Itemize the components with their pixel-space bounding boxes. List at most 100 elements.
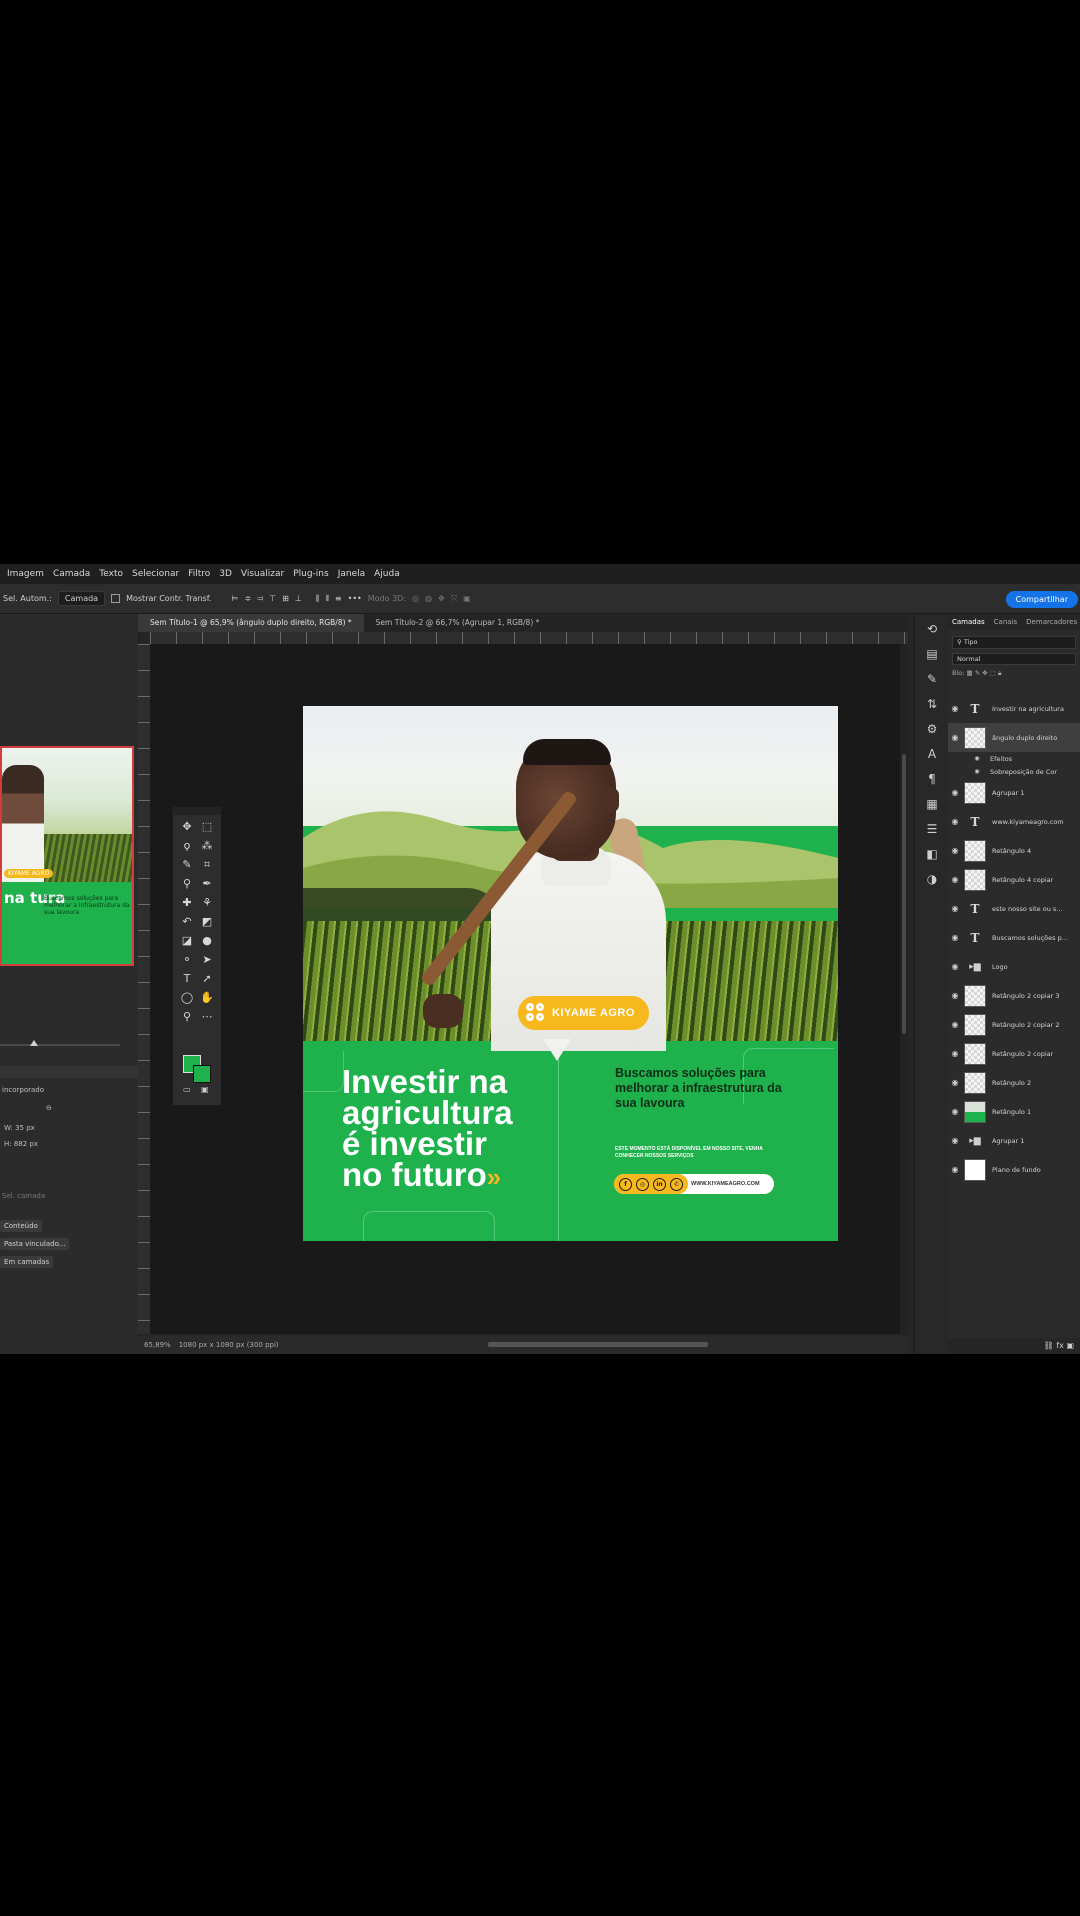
- layer-row[interactable]: ◉ Plano de fundo: [948, 1155, 1080, 1184]
- align-bottom-icon[interactable]: ⊥: [295, 594, 302, 603]
- character-icon[interactable]: A: [915, 747, 949, 761]
- align-middle-icon[interactable]: ⊞: [282, 594, 289, 603]
- layer-row[interactable]: ◉ Retângulo 2 copiar: [948, 1039, 1080, 1068]
- eraser-tool-icon[interactable]: ◩: [197, 916, 217, 928]
- eye-visibility-icon[interactable]: ◉: [948, 991, 962, 1000]
- distribute-icon[interactable]: ⫼: [316, 594, 320, 604]
- zoom-tool-icon[interactable]: ⚲: [177, 1011, 197, 1023]
- show-transform-checkbox[interactable]: [111, 594, 121, 603]
- content-button[interactable]: Conteúdo: [0, 1220, 42, 1232]
- eye-visibility-icon[interactable]: ◉: [948, 1107, 962, 1116]
- horizontal-scrollbar[interactable]: [488, 1342, 708, 1347]
- eye-visibility-icon[interactable]: ◉: [948, 1165, 962, 1174]
- healing-tool-icon[interactable]: ✚: [177, 897, 197, 909]
- layer-effect-row[interactable]: ◉ Sobreposição de Cor: [948, 765, 1080, 778]
- swap-icon[interactable]: ⇅: [915, 697, 949, 711]
- layer-select-dropdown[interactable]: Camada: [57, 591, 106, 606]
- move-tool-icon[interactable]: ✥: [177, 821, 197, 833]
- dodge-tool-icon[interactable]: ⚬: [177, 954, 197, 966]
- more-options-icon[interactable]: •••: [348, 594, 362, 603]
- roll-3d-icon[interactable]: ◍: [425, 594, 432, 603]
- eye-visibility-icon[interactable]: ◉: [948, 933, 962, 942]
- slider-thumb[interactable]: [30, 1040, 38, 1046]
- align-center-icon[interactable]: ≑: [244, 594, 251, 603]
- eye-visibility-icon[interactable]: ◉: [970, 768, 984, 775]
- menu-visualizar[interactable]: Visualizar: [241, 569, 284, 579]
- share-button[interactable]: Compartilhar: [1005, 591, 1078, 608]
- eye-visibility-icon[interactable]: ◉: [948, 962, 962, 971]
- glyphs-icon[interactable]: ◧: [915, 847, 949, 861]
- link-layers-icon[interactable]: ⛓: [1044, 1341, 1054, 1350]
- slide-3d-icon[interactable]: ⤧: [451, 594, 457, 604]
- distribute-v-icon[interactable]: ≡: [335, 594, 342, 603]
- eye-visibility-icon[interactable]: ◉: [948, 1020, 962, 1029]
- layer-row[interactable]: ◉ Retângulo 4 copiar: [948, 865, 1080, 894]
- layer-row[interactable]: ◉ Retângulo 2 copiar 2: [948, 1010, 1080, 1039]
- vertical-ruler[interactable]: [138, 644, 150, 1334]
- path-select-icon[interactable]: ➤: [197, 954, 217, 966]
- menu-texto[interactable]: Texto: [99, 569, 123, 579]
- type-tool-icon[interactable]: T: [177, 973, 197, 985]
- linked-folder-button[interactable]: Pasta vinculado...: [0, 1238, 70, 1250]
- paragraph-icon[interactable]: ¶: [915, 772, 949, 786]
- link-icon[interactable]: ⊖: [46, 1104, 52, 1112]
- vertical-scroll-thumb[interactable]: [902, 754, 906, 1034]
- eye-visibility-icon[interactable]: ◉: [948, 1136, 962, 1145]
- layer-row[interactable]: ◉ ▸▆ Logo: [948, 952, 1080, 981]
- properties-icon[interactable]: ☰: [915, 822, 949, 836]
- drop-icon[interactable]: ●: [197, 935, 217, 947]
- zoom-level[interactable]: 65,89%: [144, 1341, 171, 1349]
- adjust-icon[interactable]: ⚙: [915, 722, 949, 736]
- tools-grip[interactable]: [173, 807, 221, 815]
- stamp-tool-icon[interactable]: ⚘: [197, 897, 217, 909]
- eye-visibility-icon[interactable]: ◉: [948, 817, 962, 826]
- screen-mode-icon[interactable]: ▣: [201, 1085, 209, 1094]
- eye-visibility-icon[interactable]: ◉: [948, 1049, 962, 1058]
- layer-row[interactable]: ◉ Teste nosso site ou s...: [948, 894, 1080, 923]
- eye-visibility-icon[interactable]: ◉: [948, 1078, 962, 1087]
- layer-row[interactable]: ◉ T Buscamos soluções p...: [948, 923, 1080, 952]
- more-tools-icon[interactable]: ⋯: [197, 1011, 217, 1023]
- eye-visibility-icon[interactable]: ◉: [970, 755, 984, 762]
- new-layer-icon[interactable]: ▣: [1066, 1341, 1074, 1350]
- eye-visibility-icon[interactable]: ◉: [948, 846, 962, 855]
- menu-imagem[interactable]: Imagem: [7, 569, 44, 579]
- crop-tool-icon[interactable]: ⌗: [197, 859, 217, 871]
- layer-row[interactable]: ◉ Retângulo 2: [948, 1068, 1080, 1097]
- menu-plugins[interactable]: Plug-ins: [293, 569, 329, 579]
- magic-wand-tool-icon[interactable]: ⁂: [197, 840, 217, 852]
- align-right-icon[interactable]: ⫤: [257, 594, 263, 604]
- in-layers-button[interactable]: Em camadas: [0, 1256, 54, 1268]
- pen-tool-icon[interactable]: ✒: [197, 878, 217, 890]
- eye-visibility-icon[interactable]: ◉: [948, 788, 962, 797]
- libraries-icon[interactable]: ▦: [915, 797, 949, 811]
- artwork-canvas[interactable]: KIYAME AGRO Investir na agricultura é in…: [303, 706, 838, 1241]
- layer-filter-field[interactable]: ⚲ Tipo: [952, 636, 1076, 649]
- tab-document-1[interactable]: Sem Título-1 @ 65,9% (ângulo duplo direi…: [138, 614, 364, 632]
- comments-icon[interactable]: ▤: [915, 647, 949, 661]
- menu-selecionar[interactable]: Selecionar: [132, 569, 179, 579]
- menu-3d[interactable]: 3D: [219, 569, 232, 579]
- menu-camada[interactable]: Camada: [53, 569, 90, 579]
- layer-row[interactable]: ◉ Agrupar 1: [948, 778, 1080, 807]
- layer-row[interactable]: ◉ Retângulo 4: [948, 836, 1080, 865]
- navigator-zoom-slider[interactable]: [0, 1040, 120, 1046]
- eyedropper-tool-icon[interactable]: ⚲: [177, 878, 197, 890]
- background-color-swatch[interactable]: [193, 1065, 211, 1083]
- layer-row[interactable]: ◉ T Investir na agricultura: [948, 694, 1080, 723]
- layer-row[interactable]: ◉ Retângulo 1: [948, 1097, 1080, 1126]
- tab-channels[interactable]: Canais: [994, 618, 1018, 626]
- marquee-tool-icon[interactable]: ⬚: [197, 821, 217, 833]
- layer-row[interactable]: ◉ Retângulo 2 copiar 3: [948, 981, 1080, 1010]
- quick-mask-icon[interactable]: ▭: [183, 1085, 191, 1094]
- layer-effect-row[interactable]: ◉ Efeitos: [948, 752, 1080, 765]
- lock-icons[interactable]: ▦ ✎ ✥ ⬚ 🔒︎: [967, 669, 1002, 677]
- height-field[interactable]: H: 882 px: [4, 1140, 38, 1148]
- hand-tool-icon[interactable]: ✋: [197, 992, 217, 1004]
- width-field[interactable]: W: 35 px: [4, 1124, 35, 1132]
- tab-layers[interactable]: Camadas: [952, 618, 985, 626]
- tab-paths[interactable]: Demarcadores: [1026, 618, 1077, 626]
- align-left-icon[interactable]: ⊨: [231, 594, 238, 603]
- layer-row[interactable]: ◉ ▸▆ Agrupar 1: [948, 1126, 1080, 1155]
- vertical-scrollbar[interactable]: [900, 644, 908, 1334]
